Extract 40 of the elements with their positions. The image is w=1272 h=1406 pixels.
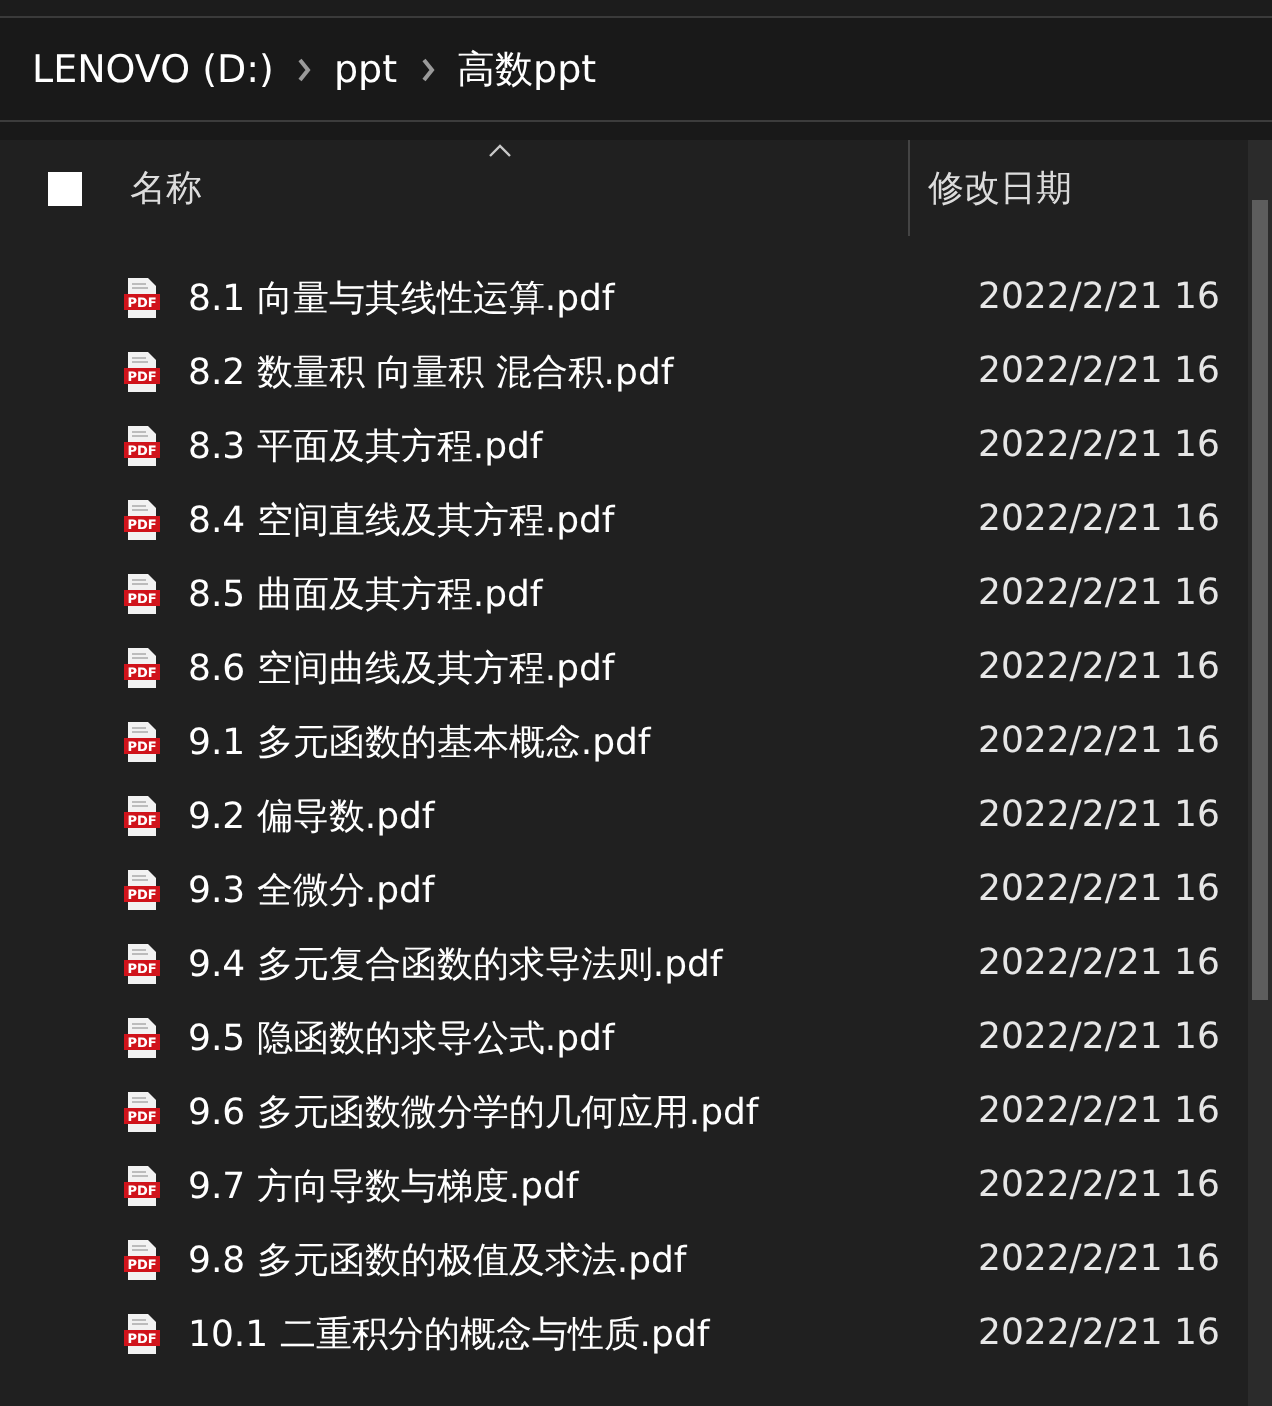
file-name[interactable]: 8.2 数量积 向量积 混合积.pdf xyxy=(188,347,978,395)
column-header[interactable]: 修改日期 xyxy=(908,140,1072,236)
modified-date: 2022/2/21 16 xyxy=(978,424,1220,466)
modified-date: 2022/2/21 16 xyxy=(978,1164,1220,1206)
file-name[interactable]: 9.1 多元函数的基本概念.pdf xyxy=(188,717,978,765)
file-name[interactable]: 8.6 空间曲线及其方程.pdf xyxy=(188,643,978,691)
breadcrumb-item[interactable]: ppt xyxy=(333,47,398,91)
breadcrumb-item[interactable]: LENOVO (D:) xyxy=(32,47,274,91)
file-name[interactable]: 8.4 空间直线及其方程.pdf xyxy=(188,495,978,543)
file-name[interactable]: 9.4 多元复合函数的求导法则.pdf xyxy=(188,939,978,987)
modified-date: 2022/2/21 16 xyxy=(978,1238,1220,1280)
column-header[interactable]: 名称 xyxy=(130,140,908,236)
scrollbar[interactable] xyxy=(1248,140,1272,1406)
chevron-icon[interactable] xyxy=(419,57,436,81)
modified-date: 2022/2/21 16 xyxy=(978,350,1220,392)
modified-date: 2022/2/21 16 xyxy=(978,868,1220,910)
file-name[interactable]: 9.6 多元函数微分学的几何应用.pdf xyxy=(188,1087,978,1135)
modified-date: 2022/2/21 16 xyxy=(978,942,1220,984)
file-name[interactable]: 9.7 方向导数与梯度.pdf xyxy=(188,1161,978,1209)
modified-date: 2022/2/21 16 xyxy=(978,276,1220,318)
modified-date: 2022/2/21 16 xyxy=(978,498,1220,540)
modified-date: 2022/2/21 16 xyxy=(978,720,1220,762)
file-name[interactable]: 10.1 二重积分的概念与性质.pdf xyxy=(188,1309,978,1357)
file-name[interactable]: 9.8 多元函数的极值及求法.pdf xyxy=(188,1235,978,1283)
chevron-icon[interactable] xyxy=(295,57,312,81)
file-name[interactable]: 8.1 向量与其线性运算.pdf xyxy=(188,273,978,321)
file-name[interactable]: 9.5 隐函数的求导公式.pdf xyxy=(188,1013,978,1061)
modified-date: 2022/2/21 16 xyxy=(978,794,1220,836)
modified-date: 2022/2/21 16 xyxy=(978,1016,1220,1058)
file-name[interactable]: 8.5 曲面及其方程.pdf xyxy=(188,569,978,617)
modified-date: 2022/2/21 16 xyxy=(978,646,1220,688)
select-all-checkbox[interactable] xyxy=(48,171,82,205)
file-name[interactable]: 9.2 偏导数.pdf xyxy=(188,791,978,839)
modified-date: 2022/2/21 16 xyxy=(978,572,1220,614)
sort-caret-icon xyxy=(487,144,512,158)
breadcrumb-item[interactable]: 高数ppt xyxy=(457,43,597,95)
modified-date: 2022/2/21 16 xyxy=(978,1312,1220,1354)
file-name[interactable]: 8.3 平面及其方程.pdf xyxy=(188,421,978,469)
modified-date: 2022/2/21 16 xyxy=(978,1090,1220,1132)
file-name[interactable]: 9.3 全微分.pdf xyxy=(188,865,978,913)
